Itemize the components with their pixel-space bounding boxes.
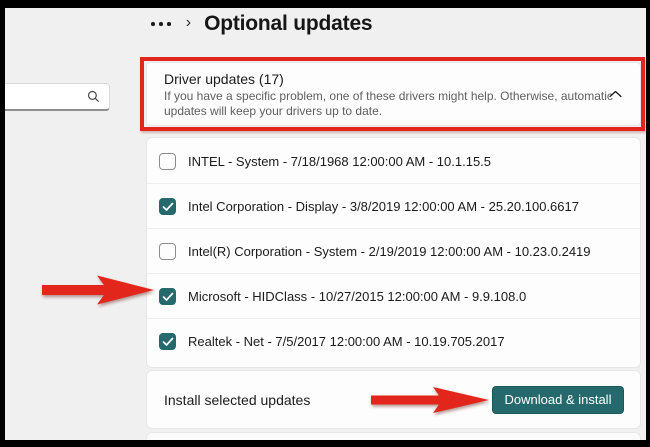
next-section-card <box>146 432 641 446</box>
checkmark-icon <box>162 292 174 302</box>
driver-label: Intel(R) Corporation - System - 2/19/201… <box>188 244 591 259</box>
annotation-box-driver-updates <box>140 57 645 131</box>
driver-checkbox[interactable] <box>159 288 176 305</box>
download-install-button[interactable]: Download & install <box>492 386 624 414</box>
driver-label: INTEL - System - 7/18/1968 12:00:00 AM -… <box>188 154 491 169</box>
annotation-arrow-install-button <box>371 384 491 416</box>
driver-row[interactable]: Microsoft - HIDClass - 10/27/2015 12:00:… <box>147 274 640 319</box>
breadcrumb-ellipsis-icon[interactable] <box>149 16 173 32</box>
driver-list: INTEL - System - 7/18/1968 12:00:00 AM -… <box>146 137 641 368</box>
driver-checkbox[interactable] <box>159 198 176 215</box>
annotation-arrow-checkbox <box>42 272 156 308</box>
search-icon <box>87 90 100 103</box>
driver-label: Microsoft - HIDClass - 10/27/2015 12:00:… <box>188 289 526 304</box>
driver-row[interactable]: Realtek - Net - 7/5/2017 12:00:00 AM - 1… <box>147 319 640 364</box>
search-box[interactable] <box>0 83 110 111</box>
driver-row[interactable]: Intel(R) Corporation - System - 2/19/201… <box>147 229 640 274</box>
checkmark-icon <box>162 202 174 212</box>
driver-checkbox[interactable] <box>159 243 176 260</box>
install-selected-label: Install selected updates <box>164 392 310 408</box>
driver-checkbox[interactable] <box>159 333 176 350</box>
checkmark-icon <box>162 337 174 347</box>
breadcrumb: › Optional updates <box>149 8 372 40</box>
page-title: Optional updates <box>204 12 372 36</box>
driver-row[interactable]: Intel Corporation - Display - 3/8/2019 1… <box>147 184 640 229</box>
driver-label: Intel Corporation - Display - 3/8/2019 1… <box>188 199 579 214</box>
chevron-right-icon: › <box>186 14 191 34</box>
driver-checkbox[interactable] <box>159 153 176 170</box>
search-input[interactable] <box>0 84 87 109</box>
driver-row[interactable]: INTEL - System - 7/18/1968 12:00:00 AM -… <box>147 139 640 184</box>
driver-label: Realtek - Net - 7/5/2017 12:00:00 AM - 1… <box>188 334 505 349</box>
